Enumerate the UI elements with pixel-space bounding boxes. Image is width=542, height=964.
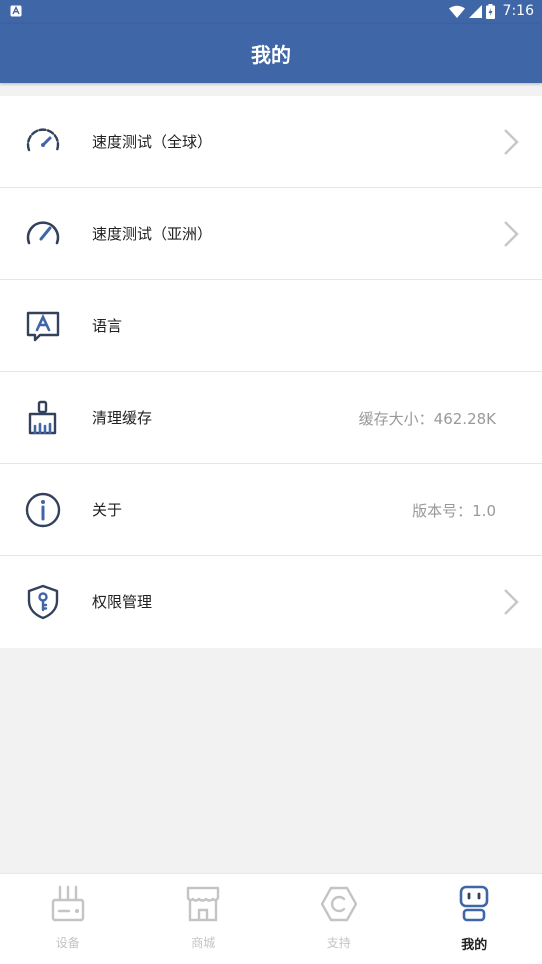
shield-key-icon [27, 584, 59, 620]
cellular-signal-icon [468, 4, 482, 18]
bottom-nav: 设备 商城 支持 我的 [0, 873, 542, 964]
battery-icon [485, 3, 495, 19]
list-item-permissions[interactable]: 权限管理 [0, 556, 542, 648]
row-label: 权限管理 [92, 593, 153, 611]
notification-a-icon [10, 5, 22, 17]
row-label: 清理缓存 [92, 409, 153, 427]
nav-label: 我的 [461, 938, 488, 953]
chevron-right-icon [504, 129, 519, 155]
settings-list: 速度测试（全球） 速度测试（亚洲） 语言 清理缓存 缓存大小：462.28K 关… [0, 96, 542, 648]
list-item-language[interactable]: 语言 [0, 280, 542, 372]
row-label: 速度测试（亚洲） [92, 225, 213, 243]
app-bar: 我的 [0, 24, 542, 83]
support-icon [320, 886, 357, 922]
chevron-right-icon [504, 221, 519, 247]
row-label: 速度测试（全球） [92, 133, 213, 151]
page-title: 我的 [251, 43, 291, 67]
version-value: 版本号：1.0 [412, 502, 496, 520]
row-label: 语言 [92, 317, 123, 335]
status-time: 7:16 [502, 3, 534, 19]
nav-tab-store[interactable]: 商城 [136, 874, 272, 964]
info-icon [25, 492, 61, 528]
list-item-about[interactable]: 关于 版本号：1.0 [0, 464, 542, 556]
store-icon [187, 886, 220, 922]
nav-label: 商城 [191, 936, 216, 950]
status-indicators: 7:16 [448, 3, 534, 19]
row-label: 关于 [92, 501, 123, 519]
app-root: 7:16 我的 速度测试（全球） 速度测试（亚洲） 语言 清理缓存 缓存大小：4… [0, 0, 542, 964]
status-bar: 7:16 [0, 0, 542, 24]
nav-tab-support[interactable]: 支持 [271, 874, 407, 964]
language-icon [26, 311, 60, 342]
router-icon [51, 885, 84, 922]
wifi-icon [448, 5, 465, 18]
broom-icon [28, 400, 57, 435]
robot-icon [459, 885, 489, 922]
nav-tab-devices[interactable]: 设备 [0, 874, 136, 964]
cache-size-value: 缓存大小：462.28K [358, 410, 496, 428]
speedometer-icon [26, 128, 60, 152]
nav-tab-mine[interactable]: 我的 [407, 874, 542, 964]
nav-label: 支持 [326, 936, 351, 950]
list-item-speed-test-global[interactable]: 速度测试（全球） [0, 96, 542, 188]
list-item-clear-cache[interactable]: 清理缓存 缓存大小：462.28K [0, 372, 542, 464]
chevron-right-icon [504, 589, 519, 615]
nav-label: 设备 [55, 936, 80, 950]
list-item-speed-test-asia[interactable]: 速度测试（亚洲） [0, 188, 542, 280]
gauge-icon [26, 221, 60, 245]
